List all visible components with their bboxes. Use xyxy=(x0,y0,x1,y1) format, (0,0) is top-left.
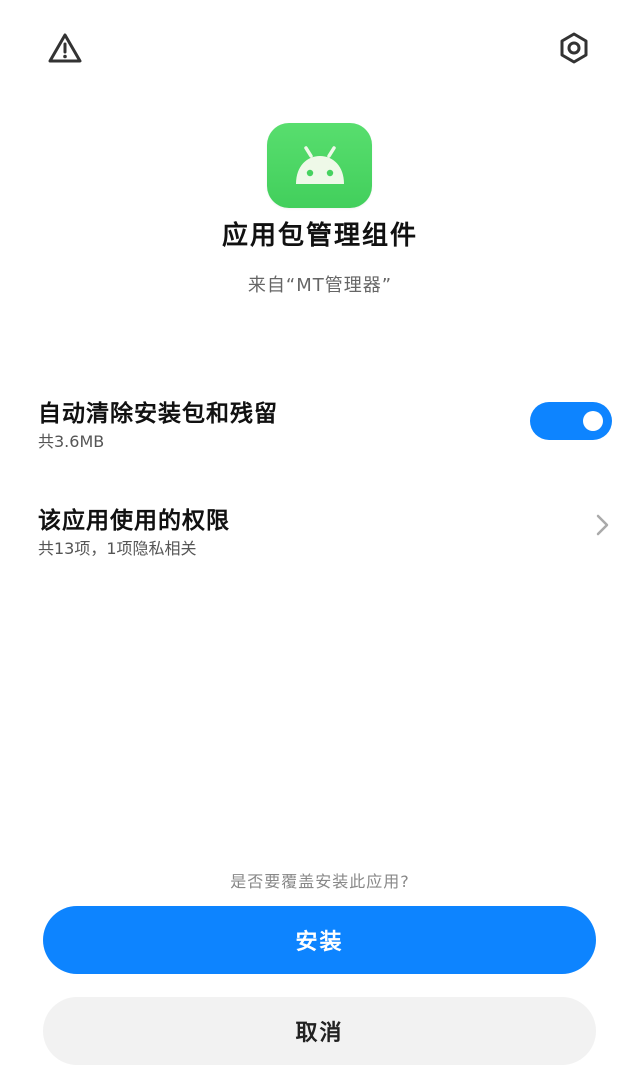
android-icon xyxy=(295,145,344,184)
auto-clean-title: 自动清除安装包和残留 xyxy=(38,401,278,427)
permissions-title: 该应用使用的权限 xyxy=(38,508,230,534)
toggle-knob xyxy=(583,411,603,431)
auto-clean-row[interactable]: 自动清除安装包和残留 共3.6MB xyxy=(0,390,640,460)
app-name: 应用包管理组件 xyxy=(221,221,418,251)
warning-button[interactable] xyxy=(43,26,87,70)
cancel-button[interactable]: 取消 xyxy=(43,997,596,1065)
warning-triangle-icon xyxy=(48,33,82,63)
settings-button[interactable] xyxy=(552,26,596,70)
app-icon xyxy=(267,123,372,208)
auto-clean-toggle[interactable] xyxy=(530,402,612,440)
install-button[interactable]: 安装 xyxy=(43,906,596,974)
auto-clean-subtitle: 共3.6MB xyxy=(38,432,105,451)
app-source: 来自“MT管理器” xyxy=(247,275,393,296)
overwrite-prompt: 是否要覆盖安装此应用? xyxy=(230,872,410,891)
chevron-right-icon xyxy=(596,514,609,536)
permissions-row[interactable]: 该应用使用的权限 共13项，1项隐私相关 xyxy=(0,497,640,567)
hexagon-settings-icon xyxy=(560,32,588,64)
permissions-subtitle: 共13项，1项隐私相关 xyxy=(38,539,197,558)
